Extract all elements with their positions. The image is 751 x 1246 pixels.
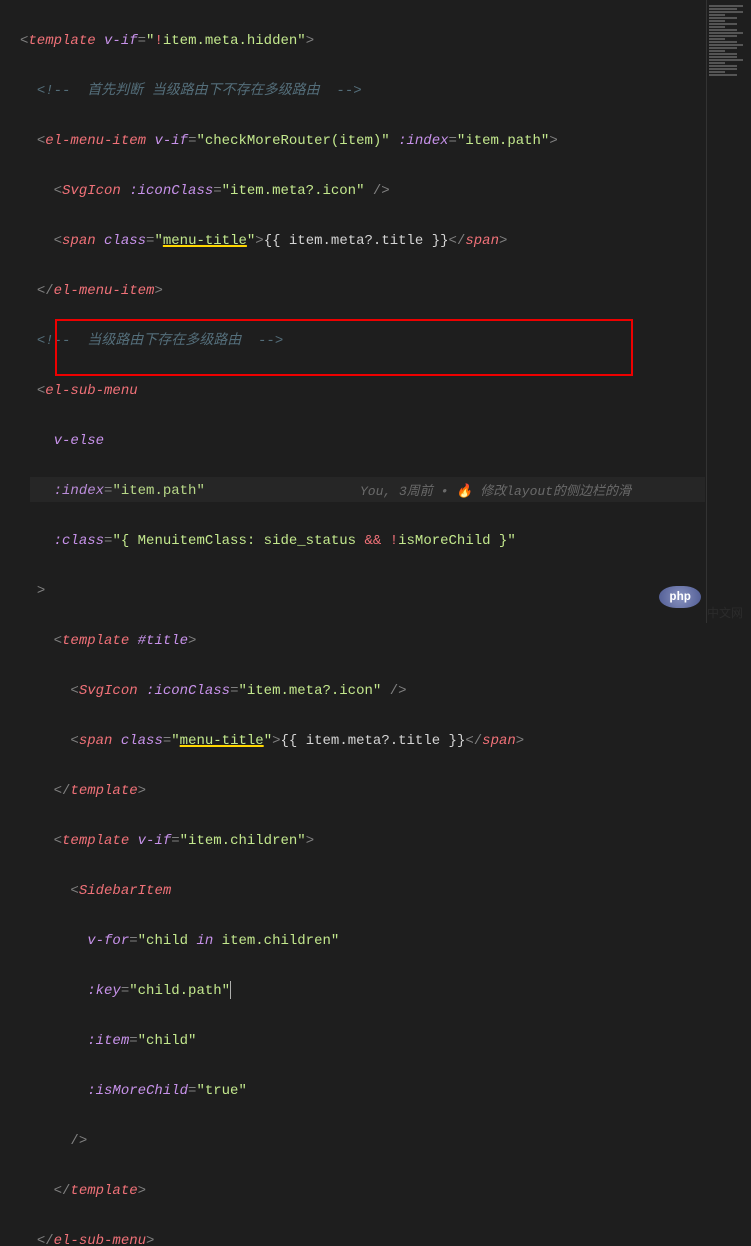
tag-template: template [28,33,95,49]
tag-el-sub-menu: el-sub-menu [45,383,137,399]
tag-sidebaritem: SidebarItem [79,883,171,899]
text-cursor [230,981,231,999]
comment: <!-- 首先判断 当级路由下不存在多级路由 --> [37,83,362,99]
tag-span: span [62,233,96,249]
tag-svgicon: SvgIcon [62,183,121,199]
attr-velse: v-else [54,433,104,449]
tag-el-menu-item: el-menu-item [45,133,146,149]
comment: <!-- 当级路由下存在多级路由 --> [37,333,283,349]
code-editor[interactable]: <template v-if="!item.meta.hidden"> <!--… [0,0,751,1246]
lint-underline: menu-title [163,233,247,249]
lint-underline: menu-title [180,733,264,749]
watermark: 中文网 [707,604,743,621]
php-badge: php [659,586,701,608]
attr-vif: v-if [96,33,138,49]
minimap[interactable] [706,0,751,623]
